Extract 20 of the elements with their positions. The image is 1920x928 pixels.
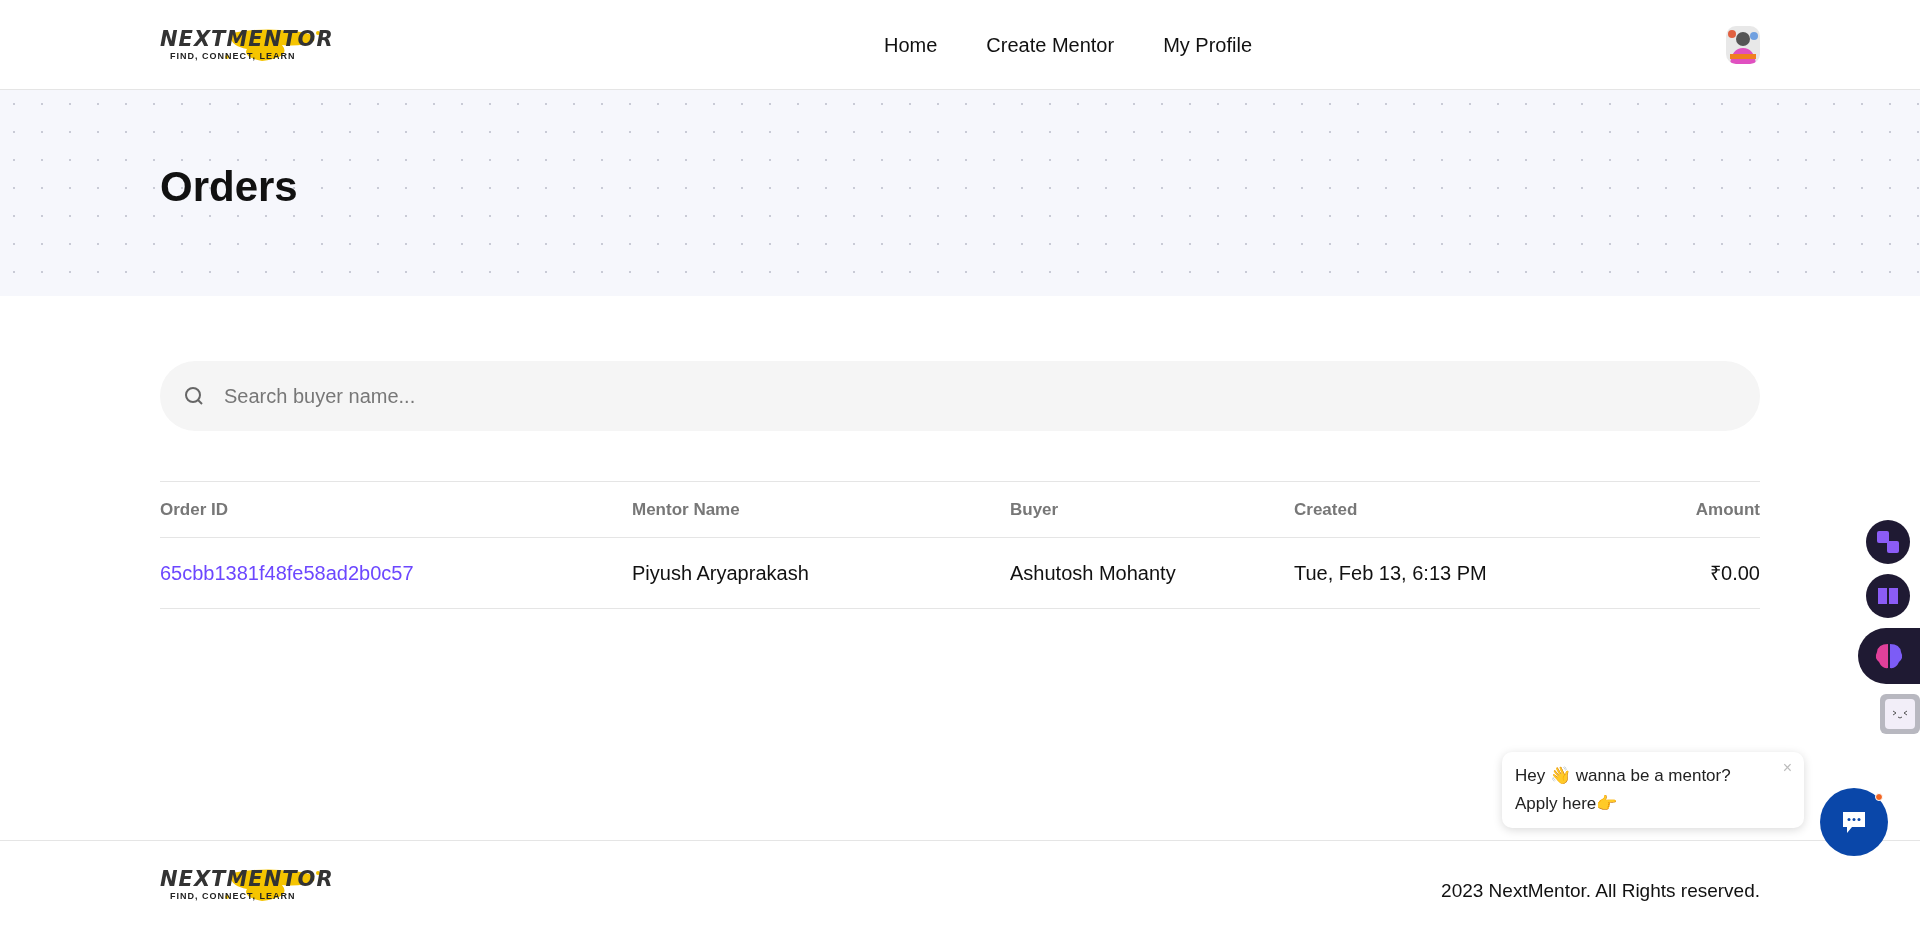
column-header: Created: [1294, 498, 1359, 521]
nav-link[interactable]: Create Mentor: [986, 29, 1115, 60]
nav-link[interactable]: My Profile: [1163, 29, 1253, 60]
table-cell-text: Ashutosh Mohanty: [1010, 561, 1177, 586]
page-title: Orders: [160, 161, 298, 212]
column-header: Buyer: [1010, 498, 1060, 521]
table-cell-text: Tue, Feb 13, 6:13 PM: [1294, 561, 1488, 586]
column-header: Mentor Name: [632, 498, 741, 521]
column-header: Amount: [1695, 498, 1760, 521]
avatar[interactable]: [1726, 25, 1760, 64]
table-cell-text: Piyush Aryaprakash: [632, 561, 810, 586]
search-input[interactable]: Search buyer name...: [224, 381, 1738, 411]
column-header: Order ID: [160, 498, 230, 521]
popup-text: Hey 👋 wanna be a mentor?: [1515, 765, 1732, 787]
order-link[interactable]: 65cbb1381f48fe58ad2b0c57: [160, 558, 632, 588]
search-field[interactable]: Search buyer name...: [160, 361, 1760, 431]
table-cell-text: ₹0.00: [1710, 561, 1760, 586]
copyright-text: 2023 NextMentor. All Rights reserved.: [1441, 879, 1760, 904]
popup-text[interactable]: Apply here👉: [1515, 790, 1774, 818]
nav-link[interactable]: Home: [883, 29, 938, 60]
